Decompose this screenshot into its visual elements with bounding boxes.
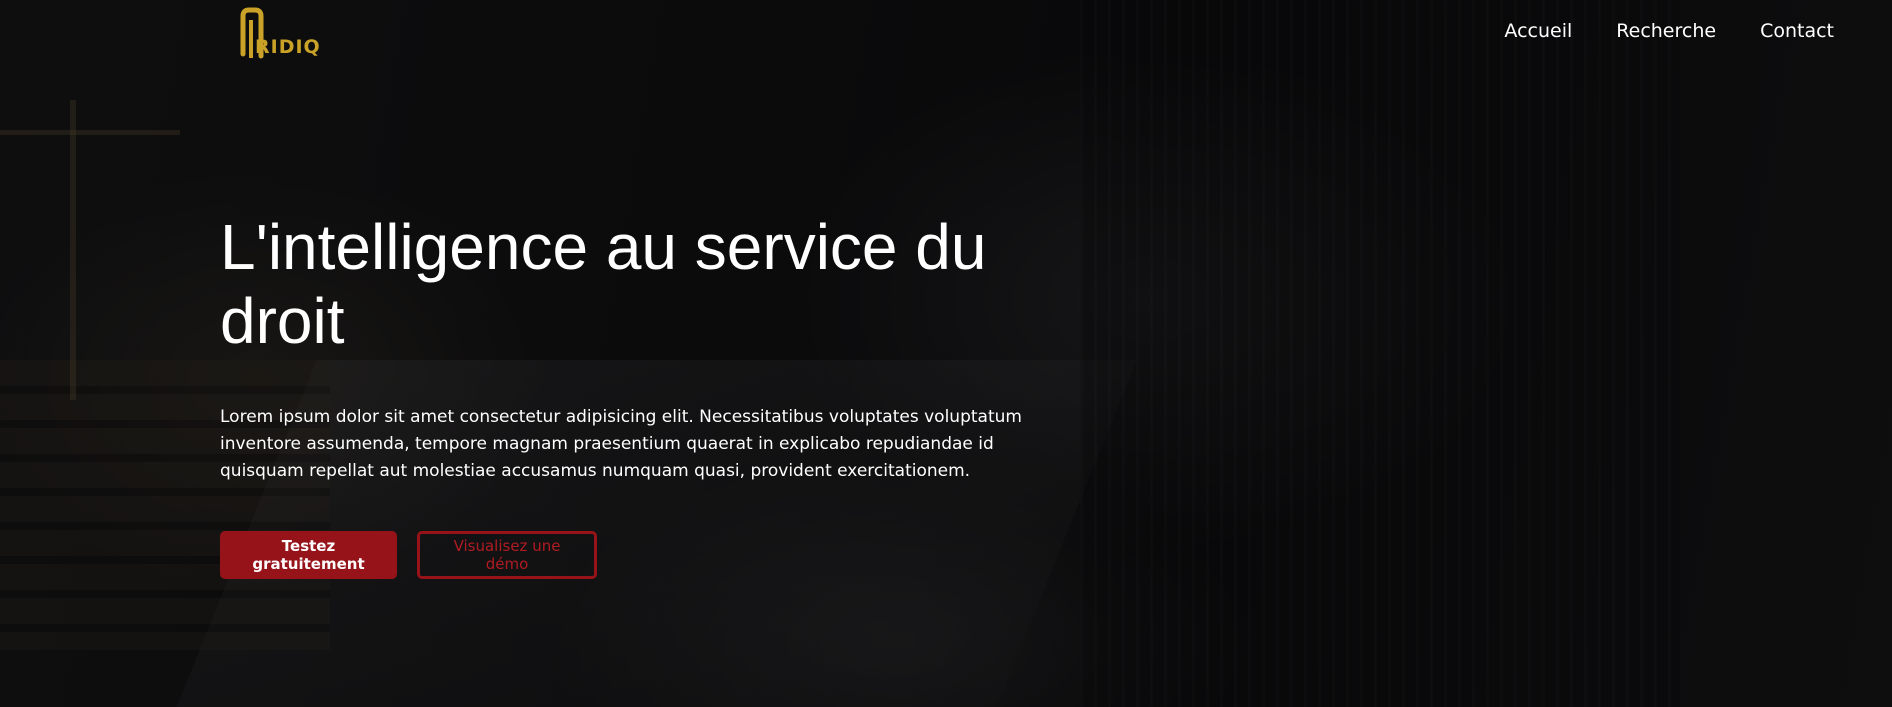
hero-description: Lorem ipsum dolor sit amet consectetur a… [220,407,1022,481]
hero-actions: Testez gratuitement Visualisez une démo [220,531,1100,579]
hero-content: L'intelligence au service du droit Lorem… [220,210,1100,579]
nav-link-accueil[interactable]: Accueil [1504,20,1572,42]
nav-link-recherche[interactable]: Recherche [1616,20,1716,42]
logo-text: RIDIQ [255,36,321,58]
hero-headline: L'intelligence au service du droit [220,211,987,357]
logo[interactable]: RIDIQ [235,6,320,62]
nav-links: Accueil Recherche Contact [1504,20,1834,42]
nav-link-contact[interactable]: Contact [1760,20,1834,42]
hero-section: RIDIQ Accueil Recherche Contact L'intell… [0,0,1892,707]
navbar: RIDIQ Accueil Recherche Contact [0,0,1892,70]
demo-button[interactable]: Visualisez une démo [417,531,597,579]
free-trial-button[interactable]: Testez gratuitement [220,531,397,579]
